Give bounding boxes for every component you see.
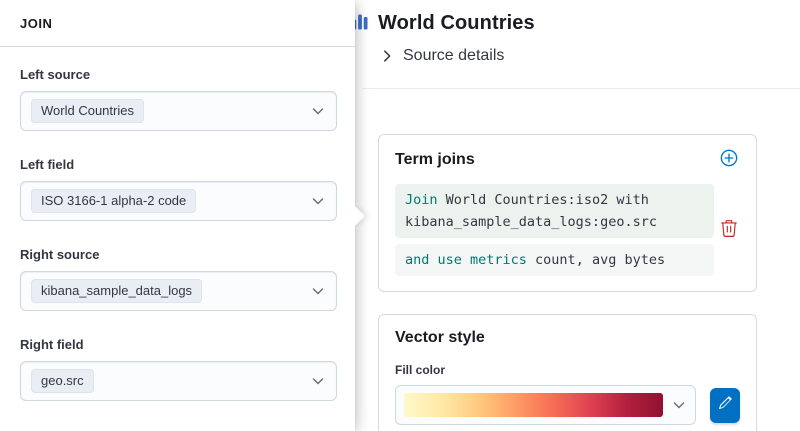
header-divider xyxy=(362,88,800,89)
fill-color-label: Fill color xyxy=(395,363,740,377)
chevron-down-icon xyxy=(310,283,326,299)
right-source-label: Right source xyxy=(20,247,337,263)
join-popover: JOIN Left source World Countries Left fi… xyxy=(0,0,355,431)
fill-color-select[interactable] xyxy=(395,385,696,425)
trash-icon xyxy=(720,219,738,242)
chevron-down-icon xyxy=(310,103,326,119)
color-ramp-swatch xyxy=(404,393,663,417)
source-details-label: Source details xyxy=(403,47,504,65)
plus-in-circle-icon xyxy=(720,149,738,172)
right-field-row: Right field geo.src xyxy=(20,337,337,401)
left-source-label: Left source xyxy=(20,67,337,83)
vector-style-title: Vector style xyxy=(395,329,740,347)
join-expression-button[interactable]: Join World Countries:iso2 with kibana_sa… xyxy=(395,184,714,238)
delete-join-button[interactable] xyxy=(718,219,740,241)
left-source-value-pill: World Countries xyxy=(31,99,144,123)
metrics-keyword: and use metrics xyxy=(405,252,527,268)
join-keyword: Join xyxy=(405,192,438,208)
right-field-combobox[interactable]: geo.src xyxy=(20,361,337,401)
chevron-down-icon xyxy=(310,193,326,209)
right-source-value-pill: kibana_sample_data_logs xyxy=(31,279,202,303)
left-field-row: Left field ISO 3166-1 alpha-2 code xyxy=(20,157,337,221)
vector-style-card: Vector style Fill color xyxy=(378,314,757,431)
chevron-down-icon xyxy=(310,373,326,389)
left-field-value-pill: ISO 3166-1 alpha-2 code xyxy=(31,189,196,213)
source-details-toggle[interactable]: Source details xyxy=(380,47,504,65)
right-field-value-pill: geo.src xyxy=(31,369,94,393)
chevron-right-icon xyxy=(380,49,394,63)
left-field-label: Left field xyxy=(20,157,337,173)
right-source-row: Right source kibana_sample_data_logs xyxy=(20,247,337,311)
chevron-down-icon xyxy=(671,397,687,413)
left-source-combobox[interactable]: World Countries xyxy=(20,91,337,131)
kibana-maps-layer-settings: World Countries Source details Term join… xyxy=(0,0,800,431)
add-join-button[interactable] xyxy=(718,149,740,171)
term-joins-card: Term joins Join World Countries:iso2 wit… xyxy=(378,134,757,292)
left-source-row: Left source World Countries xyxy=(20,67,337,131)
right-source-combobox[interactable]: kibana_sample_data_logs xyxy=(20,271,337,311)
join-expression-group: Join World Countries:iso2 with kibana_sa… xyxy=(395,184,740,276)
left-field-combobox[interactable]: ISO 3166-1 alpha-2 code xyxy=(20,181,337,221)
pencil-icon xyxy=(718,396,732,415)
edit-fill-color-button[interactable] xyxy=(710,388,740,423)
metrics-expression-text: count, avg bytes xyxy=(527,252,665,268)
join-expression-text: World Countries:iso2 with kibana_sample_… xyxy=(405,192,657,230)
right-field-label: Right field xyxy=(20,337,337,353)
join-popover-title: JOIN xyxy=(0,0,355,47)
layer-title: World Countries xyxy=(378,12,535,35)
metrics-expression-button[interactable]: and use metrics count, avg bytes xyxy=(395,244,714,276)
term-joins-title: Term joins xyxy=(395,151,475,169)
